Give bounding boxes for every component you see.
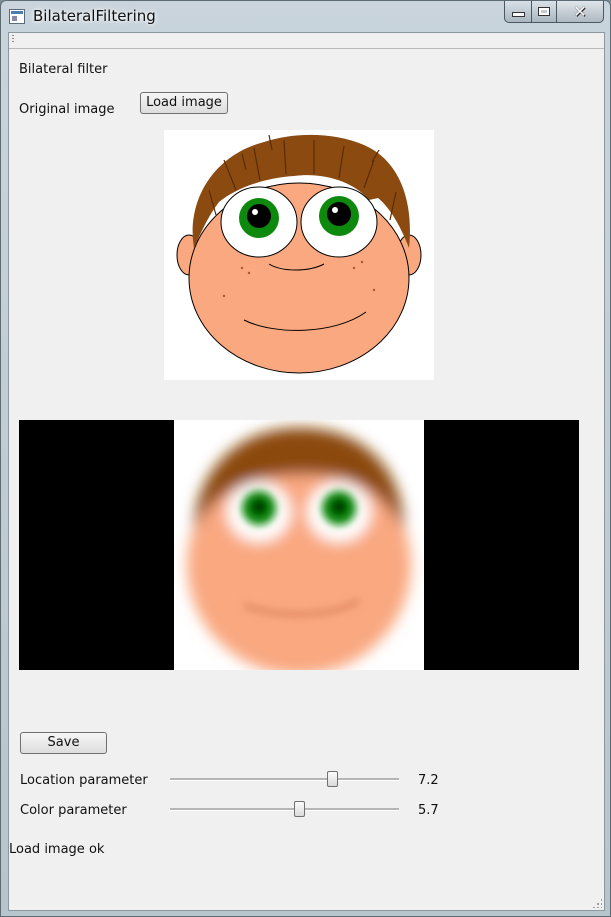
location-parameter-label: Location parameter bbox=[20, 773, 148, 788]
close-icon: ✕ bbox=[573, 1, 587, 21]
location-parameter-value: 7.2 bbox=[418, 773, 439, 788]
slider-thumb[interactable] bbox=[327, 771, 338, 787]
page-title: Bilateral filter bbox=[19, 62, 108, 77]
minimize-button[interactable] bbox=[504, 1, 532, 23]
toolbar-grip[interactable] bbox=[9, 33, 604, 49]
window-controls: ✕ bbox=[504, 1, 604, 23]
save-button[interactable]: Save bbox=[20, 732, 107, 754]
blurred-face-image bbox=[187, 427, 411, 670]
color-parameter-slider[interactable] bbox=[170, 800, 399, 820]
maximize-icon bbox=[538, 7, 550, 16]
cartoon-face-image bbox=[176, 134, 422, 374]
filtered-image bbox=[19, 420, 579, 670]
filtered-image-canvas bbox=[174, 420, 424, 670]
title-bar[interactable]: BilateralFiltering ✕ bbox=[1, 1, 610, 31]
slider-track bbox=[170, 778, 399, 781]
original-image bbox=[164, 130, 434, 380]
color-parameter-value: 5.7 bbox=[418, 803, 439, 818]
maximize-button[interactable] bbox=[532, 1, 557, 23]
app-icon bbox=[9, 9, 25, 24]
load-image-button[interactable]: Load image bbox=[140, 92, 228, 114]
original-image-label: Original image bbox=[19, 102, 115, 117]
slider-thumb[interactable] bbox=[294, 801, 305, 817]
grip-dots-icon bbox=[12, 35, 14, 43]
close-button[interactable]: ✕ bbox=[557, 1, 604, 23]
minimize-icon bbox=[511, 12, 525, 17]
color-parameter-label: Color parameter bbox=[20, 803, 127, 818]
slider-track bbox=[170, 808, 399, 811]
resize-grip-icon[interactable] bbox=[592, 898, 602, 908]
status-message: Load image ok bbox=[9, 842, 105, 857]
app-window: BilateralFiltering ✕ Bilateral filter Or… bbox=[0, 0, 611, 917]
location-parameter-slider[interactable] bbox=[170, 770, 399, 790]
client-area: Bilateral filter Original image Load ima… bbox=[8, 32, 605, 911]
window-title: BilateralFiltering bbox=[33, 7, 156, 25]
